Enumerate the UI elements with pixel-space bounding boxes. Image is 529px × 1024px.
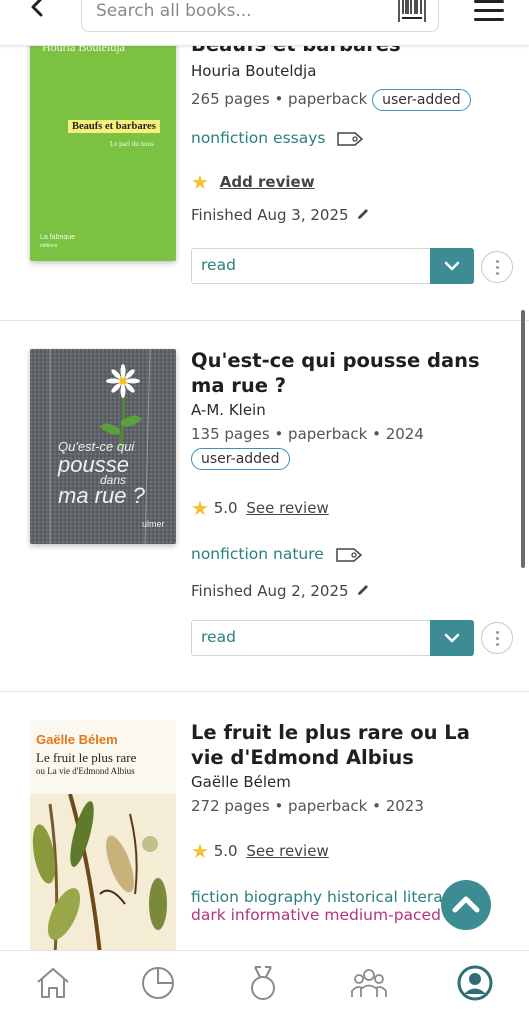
book-cover[interactable]: Qu'est-ce qui pousse dans ma rue ? ulmer	[30, 349, 176, 544]
cover-publisher: La fabrique	[40, 234, 76, 241]
book-meta: 135 pages • paperback • 2024	[191, 425, 424, 443]
status-dropdown-button[interactable]	[430, 248, 474, 284]
book-title[interactable]: Qu'est-ce qui pousse dans ma rue ?	[191, 348, 481, 398]
cover-subtitle: ou La vie d'Edmond Albius	[36, 766, 135, 776]
pencil-icon[interactable]	[355, 206, 371, 222]
review-row: ★ Add review	[191, 170, 491, 194]
more-options-button[interactable]	[481, 251, 513, 283]
genre-tags: nonfiction nature	[191, 545, 491, 564]
nav-profile[interactable]	[455, 963, 495, 1003]
menu-icon-line	[474, 0, 504, 3]
search-placeholder: Search all books...	[96, 1, 252, 21]
finished-date: Finished Aug 2, 2025	[191, 582, 491, 600]
book-meta: 265 pages • paperback	[191, 90, 368, 108]
reading-status-select[interactable]: read	[191, 620, 474, 656]
menu-icon-line	[474, 9, 504, 12]
bottom-navigation	[0, 950, 529, 1024]
nav-stats[interactable]	[138, 963, 178, 1003]
cover-title-line: ma rue ?	[58, 483, 145, 508]
more-options-button[interactable]	[481, 622, 513, 654]
more-dot	[496, 643, 499, 646]
user-added-badge: user-added	[191, 448, 290, 470]
pencil-icon[interactable]	[355, 582, 371, 598]
chevron-down-icon	[444, 633, 460, 643]
cover-publisher-sub: éditions	[40, 243, 58, 249]
cover-subtitle: Le pari du nous	[110, 140, 154, 148]
scroll-to-top-button[interactable]	[441, 880, 491, 930]
user-added-badge: user-added	[372, 89, 471, 111]
chevron-down-icon	[444, 261, 460, 271]
more-dot	[496, 631, 499, 634]
finished-date: Finished Aug 3, 2025	[191, 206, 491, 224]
tag-icon[interactable]	[336, 130, 364, 148]
genre-tags-text[interactable]: nonfiction nature	[191, 545, 324, 563]
cover-botanical-illustration	[30, 794, 176, 952]
book-author[interactable]: A-M. Klein	[191, 401, 491, 419]
back-button[interactable]	[22, 0, 52, 24]
star-icon: ★	[191, 496, 209, 520]
book-cover[interactable]: Houria Bouteldja Beaufs et barbares Le p…	[30, 36, 176, 261]
mood-tags-text[interactable]: dark informative medium-paced	[191, 906, 441, 924]
menu-icon-line	[474, 18, 504, 21]
rating-row: ★ 5.0 See review	[191, 839, 491, 863]
cover-author: Gaëlle Bélem	[36, 732, 118, 747]
book-info: Qu'est-ce qui pousse dans ma rue ? A-M. …	[191, 348, 491, 600]
book-divider	[0, 691, 529, 692]
finished-date-text: Finished Aug 3, 2025	[191, 205, 349, 224]
cover-publisher: ulmer	[142, 519, 165, 529]
rating-value: 5.0	[213, 842, 238, 860]
finished-date-text: Finished Aug 2, 2025	[191, 581, 349, 600]
profile-icon	[457, 965, 493, 1001]
chevron-left-icon	[31, 0, 43, 17]
top-bar: Search all books...	[0, 0, 529, 46]
book-title[interactable]: Le fruit le plus rare ou La vie d'Edmond…	[191, 720, 491, 770]
add-review-link[interactable]: Add review	[220, 173, 315, 191]
book-info: Beaufs et barbares Houria Bouteldja 265 …	[191, 37, 491, 224]
more-dot	[496, 637, 499, 640]
book-author[interactable]: Gaëlle Bélem	[191, 773, 491, 791]
book-divider	[0, 320, 529, 321]
star-icon: ★	[191, 169, 209, 194]
reading-status-value: read	[201, 628, 236, 646]
cover-title: Beaufs et barbares	[68, 120, 160, 133]
nav-community[interactable]	[349, 963, 389, 1003]
chevron-up-icon	[452, 896, 480, 913]
rating-row: ★ 5.0 See review	[191, 496, 491, 520]
challenges-icon	[251, 966, 275, 1000]
reading-status-select[interactable]: read	[191, 248, 474, 284]
book-cover[interactable]: Gaëlle Bélem Le fruit le plus rare ou La…	[30, 720, 176, 952]
book-author[interactable]: Houria Bouteldja	[191, 62, 491, 80]
rating-value: 5.0	[213, 499, 238, 517]
menu-button[interactable]	[474, 0, 504, 22]
genre-tags-text[interactable]: nonfiction essays	[191, 129, 325, 147]
stats-icon	[142, 967, 174, 999]
nav-home[interactable]	[33, 963, 73, 1003]
more-dot	[496, 260, 499, 263]
see-review-link[interactable]: See review	[246, 842, 328, 860]
cover-title: Le fruit le plus rare	[36, 750, 137, 765]
home-icon	[37, 968, 69, 998]
tag-icon[interactable]	[335, 546, 363, 564]
book-meta: 272 pages • paperback • 2023	[191, 797, 424, 815]
nav-challenges[interactable]	[243, 963, 283, 1003]
scrollbar[interactable]	[521, 310, 525, 568]
more-dot	[496, 266, 499, 269]
genre-tags: nonfiction essays	[191, 129, 491, 148]
star-icon: ★	[191, 839, 209, 863]
see-review-link[interactable]: See review	[246, 499, 328, 517]
search-input[interactable]: Search all books...	[81, 0, 439, 32]
more-dot	[496, 272, 499, 275]
status-dropdown-button[interactable]	[430, 620, 474, 656]
community-icon	[351, 969, 387, 997]
barcode-scan-icon[interactable]	[398, 0, 426, 23]
reading-status-value: read	[201, 256, 236, 274]
